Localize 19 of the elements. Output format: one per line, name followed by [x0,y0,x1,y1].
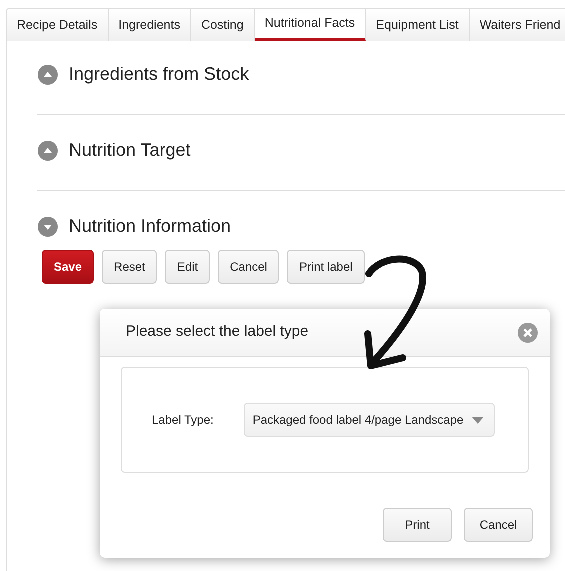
action-button[interactable]: Print label [287,250,365,284]
tab[interactable]: Ingredients [108,8,192,41]
section-title[interactable]: Nutrition Target [69,137,191,164]
action-button[interactable]: Cancel [218,250,280,284]
dialog-button[interactable]: Print [383,508,452,542]
tab[interactable]: Costing [191,8,255,41]
field-label: Label Type: [152,412,214,429]
tab[interactable]: Equipment List [366,8,470,41]
tab[interactable]: Recipe Details [6,8,109,41]
section-title[interactable]: Nutrition Information [69,213,232,240]
section-title[interactable]: Ingredients from Stock [69,61,250,88]
save-button[interactable]: Save [42,250,94,284]
action-button[interactable]: Edit [165,250,210,284]
dialog-button[interactable]: Cancel [464,508,533,542]
tab[interactable]: Waiters Friend [470,8,565,41]
action-button[interactable]: Reset [102,250,158,284]
tab[interactable]: Nutritional Facts [254,8,366,41]
dialog-title: Please select the label type [126,322,309,342]
label-type-dropdown[interactable]: Packaged food label 4/page Landscape [244,403,495,437]
